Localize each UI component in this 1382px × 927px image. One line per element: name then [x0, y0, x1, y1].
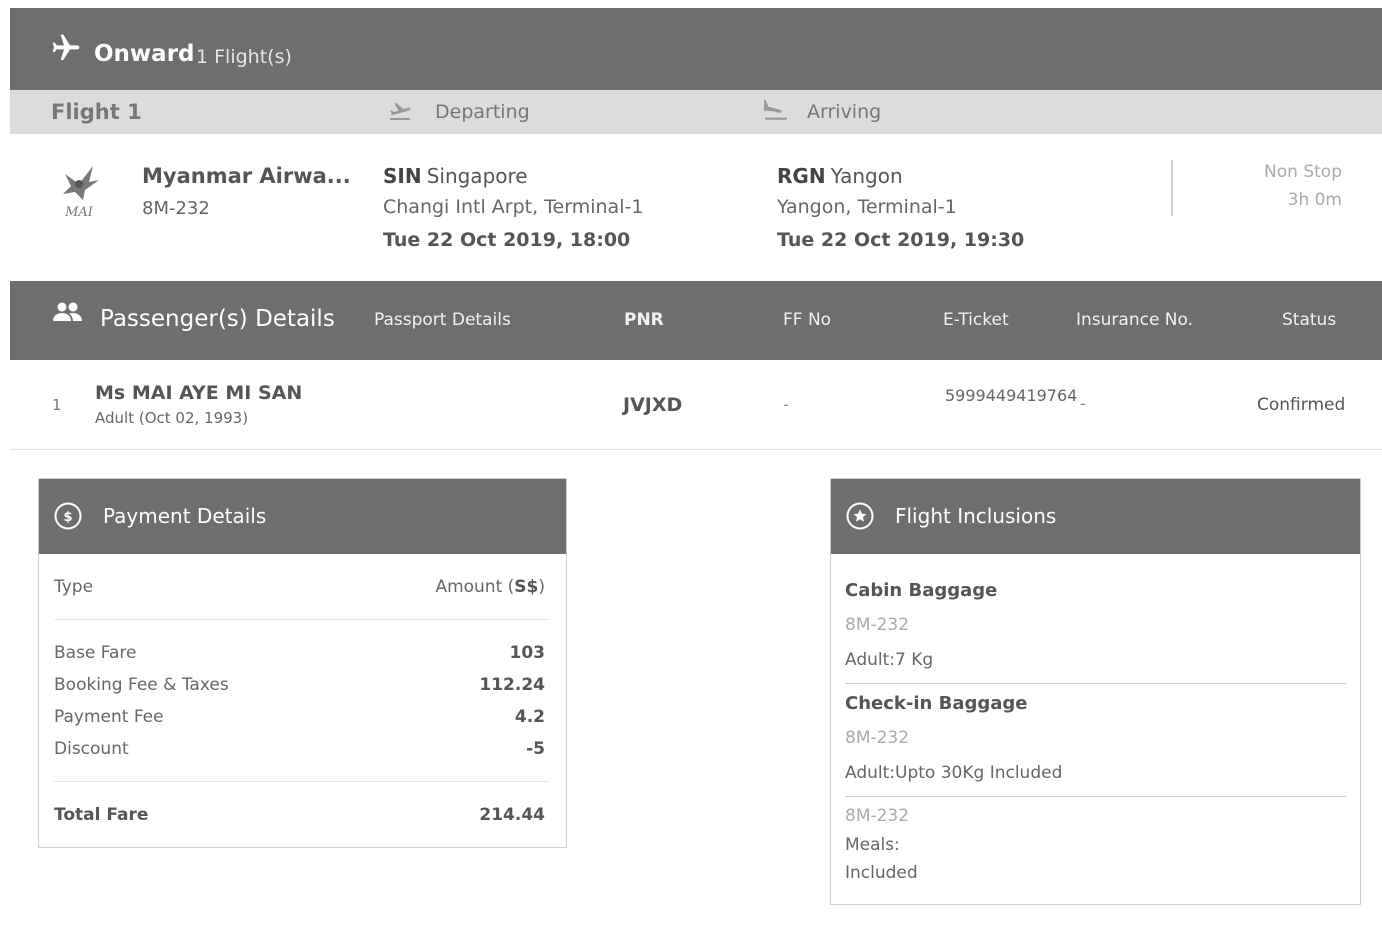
landing-icon — [763, 99, 787, 120]
passenger-name: Ms MAI AYE MI SAN — [95, 382, 303, 404]
checkin-baggage-title: Check-in Baggage — [845, 693, 1028, 714]
departure-datetime: Tue 22 Oct 2019, 18:00 — [383, 229, 631, 251]
payment-panel: $ Payment Details Type Amount (S$) Base … — [38, 478, 567, 848]
onward-header: Onward 1 Flight(s) — [10, 8, 1382, 90]
arriving-label: Arriving — [807, 101, 882, 123]
svg-text:MAI: MAI — [64, 205, 94, 218]
cabin-baggage-title: Cabin Baggage — [845, 580, 998, 601]
inclusions-title: Flight Inclusions — [895, 504, 1057, 528]
payment-header: $ Payment Details — [39, 479, 566, 554]
arrival-terminal: Yangon, Terminal-1 — [777, 196, 957, 218]
divider — [54, 781, 549, 782]
airplane-icon — [52, 34, 80, 60]
passenger-header: Passenger(s) Details Passport Details PN… — [10, 281, 1382, 360]
passenger-title: Passenger(s) Details — [100, 306, 335, 332]
arrival-city-name: Yangon — [830, 164, 903, 188]
type-label: Type — [54, 577, 94, 597]
people-icon — [53, 302, 82, 321]
inclusions-panel: Flight Inclusions Cabin Baggage 8M-232 A… — [830, 478, 1361, 905]
total-label: Total Fare — [54, 805, 149, 825]
divider — [845, 683, 1346, 684]
departure-city-name: Singapore — [426, 164, 528, 188]
passenger-index: 1 — [52, 396, 62, 414]
col-eticket: E-Ticket — [943, 310, 1009, 330]
insurance-value: - — [1080, 394, 1086, 413]
passenger-detail: Adult (Oct 02, 1993) — [95, 409, 249, 427]
departure-city: SIN Singapore — [383, 164, 528, 188]
total-row: Total Fare 214.44 — [54, 805, 545, 825]
svg-text:$: $ — [63, 510, 72, 525]
arrival-city: RGN Yangon — [777, 164, 903, 188]
col-passport: Passport Details — [374, 310, 511, 330]
divider — [54, 619, 549, 620]
col-status: Status — [1282, 310, 1337, 330]
col-insurance: Insurance No. — [1076, 310, 1194, 330]
payment-title: Payment Details — [103, 504, 267, 528]
duration-label: 3h 0m — [1287, 190, 1342, 210]
airline-name: Myanmar Airwa... — [142, 164, 351, 188]
flight-header: Flight 1 Departing Arriving — [10, 90, 1382, 134]
amount-label: Amount (S$) — [435, 577, 545, 597]
col-pnr: PNR — [624, 310, 664, 330]
takeoff-icon — [390, 103, 411, 120]
meals-flight: 8M-232 — [845, 806, 910, 826]
payment-header-row: Type Amount (S$) — [54, 577, 545, 597]
divider — [845, 796, 1346, 797]
pnr-value: JVJXD — [623, 394, 683, 416]
arrival-code: RGN — [777, 164, 826, 188]
onward-title: Onward — [94, 41, 195, 67]
stops-label: Non Stop — [1264, 162, 1342, 182]
fare-row: Discount -5 — [54, 739, 545, 759]
departing-label: Departing — [435, 101, 530, 123]
cabin-flight: 8M-232 — [845, 615, 910, 635]
fare-row: Payment Fee 4.2 — [54, 707, 545, 727]
ffno-value: - — [783, 395, 789, 414]
divider — [1171, 160, 1173, 216]
status-value: Confirmed — [1257, 395, 1346, 415]
flight-number: 8M-232 — [142, 198, 210, 219]
flight-label: Flight 1 — [51, 100, 142, 124]
inclusions-header: Flight Inclusions — [831, 479, 1360, 554]
meals-detail: Included — [845, 863, 918, 883]
departure-terminal: Changi Intl Arpt, Terminal-1 — [383, 196, 644, 218]
checkin-detail: Adult:Upto 30Kg Included — [845, 763, 1063, 783]
star-circle-icon — [846, 502, 874, 530]
flight-count: 1 Flight(s) — [196, 46, 292, 68]
total-value: 214.44 — [479, 805, 545, 825]
eticket-value: 5999449419764 — [945, 386, 1078, 405]
departure-code: SIN — [383, 164, 422, 188]
fare-row: Booking Fee & Taxes 112.24 — [54, 675, 545, 695]
checkin-flight: 8M-232 — [845, 728, 910, 748]
meals-label: Meals: — [845, 835, 900, 855]
cabin-detail: Adult:7 Kg — [845, 650, 934, 670]
col-ffno: FF No — [783, 310, 832, 330]
arrival-datetime: Tue 22 Oct 2019, 19:30 — [777, 229, 1025, 251]
airline-logo: MAI — [63, 166, 99, 218]
passenger-row: 1 Ms MAI AYE MI SAN Adult (Oct 02, 1993)… — [10, 360, 1382, 450]
fare-row: Base Fare 103 — [54, 643, 545, 663]
dollar-circle-icon: $ — [54, 502, 82, 530]
